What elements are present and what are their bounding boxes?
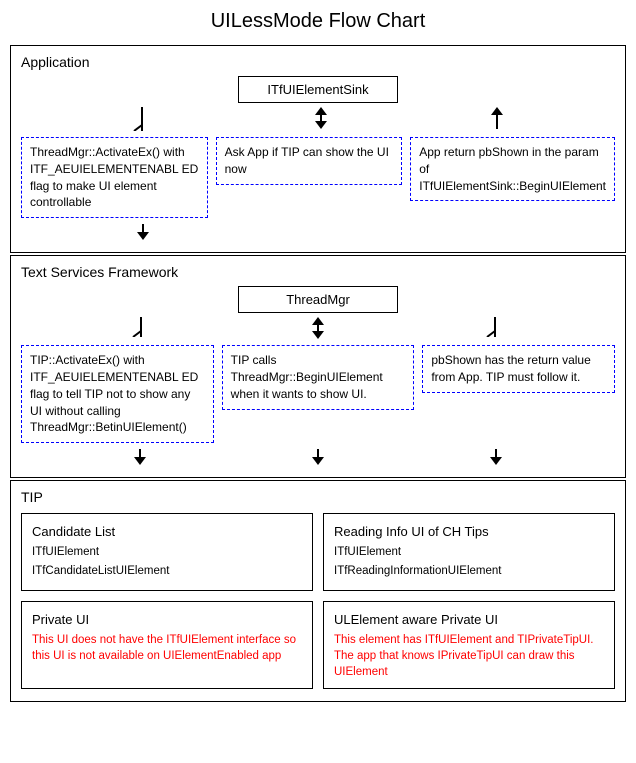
arrow-tsf-to-tip-left xyxy=(134,449,146,465)
tsf-box-0: TIP::ActivateEx() with ITF_AEUIELEMENTEN… xyxy=(21,345,214,443)
arrow-tsf-to-tip-right xyxy=(490,449,502,465)
arrow-tsf-to-tip-center xyxy=(312,449,324,465)
tip-grid: Candidate List ITfUIElement ITfCandidate… xyxy=(21,513,615,689)
arrow-tsf-center xyxy=(312,317,324,339)
app-box-0: ThreadMgr::ActivateEx() with ITF_AEUIELE… xyxy=(21,137,208,218)
app-box-1: Ask App if TIP can show the UI now xyxy=(216,137,403,185)
arrow-app-left xyxy=(133,107,151,131)
tsf-box-1: TIP calls ThreadMgr::BeginUIElement when… xyxy=(222,345,415,409)
tip-item-2-title: Private UI xyxy=(32,610,302,630)
arrow-app-box-left xyxy=(137,224,149,240)
fork-down-tsf-icon xyxy=(132,323,150,337)
tsf-label: Text Services Framework xyxy=(21,264,615,280)
tip-item-3-title: ULElement aware Private UI xyxy=(334,610,604,630)
tip-item-1-sub1: ITfUIElement xyxy=(334,544,604,561)
page-title: UILessMode Flow Chart xyxy=(10,10,626,33)
fork-down-tsf-right-icon xyxy=(486,323,504,337)
tip-item-0-sub1: ITfUIElement xyxy=(32,544,302,561)
application-label: Application xyxy=(21,54,615,70)
arrow-tsf-left xyxy=(132,317,150,339)
tip-item-2-red: This UI does not have the ITfUIElement i… xyxy=(32,632,302,664)
fork-down-icon xyxy=(133,117,151,131)
tip-item-1: Reading Info UI of CH Tips ITfUIElement … xyxy=(323,513,615,591)
app-boxes-row: ThreadMgr::ActivateEx() with ITF_AEUIELE… xyxy=(21,137,615,218)
threadmgr-box: ThreadMgr xyxy=(238,286,398,313)
tsf-section: Text Services Framework ThreadMgr xyxy=(10,255,626,478)
arrow-tsf-right xyxy=(486,317,504,339)
arrow-app-center xyxy=(315,107,327,131)
tip-item-1-title: Reading Info UI of CH Tips xyxy=(334,522,604,542)
arrow-app-right xyxy=(491,107,503,131)
tsf-box-2: pbShown has the return value from App. T… xyxy=(422,345,615,393)
app-box-2: App return pbShown in the param of ITfUI… xyxy=(410,137,615,201)
tip-item-2: Private UI This UI does not have the ITf… xyxy=(21,601,313,689)
tip-item-0-title: Candidate List xyxy=(32,522,302,542)
tip-item-0-sub2: ITfCandidateListUIElement xyxy=(32,563,302,580)
tip-item-0: Candidate List ITfUIElement ITfCandidate… xyxy=(21,513,313,591)
tip-section: TIP Candidate List ITfUIElement ITfCandi… xyxy=(10,480,626,702)
itf-element-sink-box: ITfUIElementSink xyxy=(238,76,398,103)
tip-item-1-sub2: ITfReadingInformationUIElement xyxy=(334,563,604,580)
tip-item-3-red: This element has ITfUIElement and TIPriv… xyxy=(334,632,604,680)
application-section: Application ITfUIElementSink Threa xyxy=(10,45,626,253)
tip-item-3: ULElement aware Private UI This element … xyxy=(323,601,615,689)
tip-label: TIP xyxy=(21,489,615,505)
tsf-boxes-row: TIP::ActivateEx() with ITF_AEUIELEMENTEN… xyxy=(21,345,615,443)
